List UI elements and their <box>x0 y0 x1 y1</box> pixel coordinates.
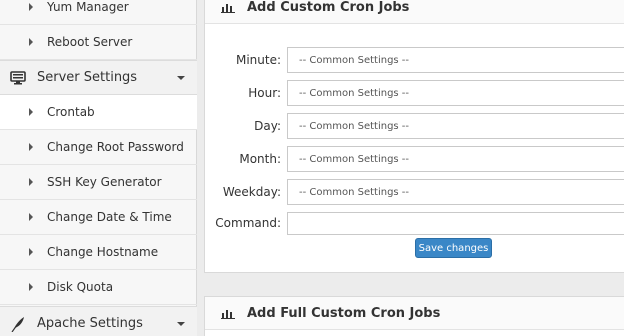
weekday-label: Weekday: <box>222 185 281 199</box>
sidebar-section-server-settings[interactable]: Server Settings <box>0 60 197 95</box>
hour-label: Hour: <box>248 86 281 100</box>
sidebar-item-label: Reboot Server <box>47 35 133 49</box>
sidebar-section-apache-settings[interactable]: Apache Settings <box>0 306 197 336</box>
panel-header: Add Full Custom Cron Jobs <box>205 297 624 330</box>
command-row: Command: <box>205 210 624 236</box>
month-label: Month: <box>239 152 281 166</box>
sidebar-item-ssh-key-generator[interactable]: SSH Key Generator <box>0 165 197 200</box>
command-label: Command: <box>215 216 281 230</box>
caret-right-icon <box>29 283 33 291</box>
panel-header: Add Custom Cron Jobs <box>205 0 624 24</box>
bar-chart-icon <box>221 1 235 13</box>
weekday-select[interactable]: -- Common Settings -- <box>287 179 624 205</box>
panel-title: Add Custom Cron Jobs <box>247 0 410 15</box>
sidebar-item-change-date-time[interactable]: Change Date & Time <box>0 200 197 235</box>
save-changes-button[interactable]: Save changes <box>415 238 492 258</box>
day-label: Day: <box>254 119 281 133</box>
sidebar-item-crontab[interactable]: Crontab <box>0 95 197 130</box>
caret-right-icon <box>29 178 33 186</box>
month-row: Month: -- Common Settings -- <box>205 146 624 172</box>
sidebar-item-disk-quota[interactable]: Disk Quota <box>0 270 197 305</box>
hour-row: Hour: -- Common Settings -- <box>205 80 624 106</box>
monitor-icon <box>9 70 27 86</box>
full-custom-cron-panel: Add Full Custom Cron Jobs <box>204 296 624 336</box>
hour-select[interactable]: -- Common Settings -- <box>287 80 624 106</box>
sidebar-item-label: Change Date & Time <box>47 210 172 224</box>
minute-select[interactable]: -- Common Settings -- <box>287 47 624 73</box>
caret-right-icon <box>29 38 33 46</box>
sidebar-item-label: Change Hostname <box>47 245 159 259</box>
sidebar-item-yum-manager[interactable]: Yum Manager <box>0 0 197 25</box>
sidebar-item-label: Crontab <box>47 105 95 119</box>
minute-label: Minute: <box>235 53 281 67</box>
sidebar: Yum Manager Reboot Server Server Setting… <box>0 0 197 336</box>
sidebar-item-change-hostname[interactable]: Change Hostname <box>0 235 197 270</box>
chevron-down-icon <box>177 321 185 326</box>
caret-right-icon <box>29 3 33 11</box>
sidebar-item-change-root-password[interactable]: Change Root Password <box>0 130 197 165</box>
weekday-row: Weekday: -- Common Settings -- <box>205 179 624 205</box>
panel-title: Add Full Custom Cron Jobs <box>247 305 441 321</box>
sidebar-item-label: Disk Quota <box>47 280 114 294</box>
sidebar-item-reboot-server[interactable]: Reboot Server <box>0 25 197 60</box>
caret-right-icon <box>29 248 33 256</box>
month-select[interactable]: -- Common Settings -- <box>287 146 624 172</box>
sidebar-section-label: Apache Settings <box>37 316 143 331</box>
sidebar-item-label: Change Root Password <box>47 140 184 154</box>
caret-right-icon <box>29 213 33 221</box>
day-select[interactable]: -- Common Settings -- <box>287 113 624 139</box>
caret-right-icon <box>29 143 33 151</box>
caret-right-icon <box>29 108 33 116</box>
command-input[interactable] <box>287 211 624 235</box>
sidebar-item-label: SSH Key Generator <box>47 175 162 189</box>
chevron-down-icon <box>177 75 185 80</box>
feather-icon <box>9 316 27 332</box>
sidebar-section-label: Server Settings <box>37 70 138 85</box>
day-row: Day: -- Common Settings -- <box>205 113 624 139</box>
custom-cron-panel: Add Custom Cron Jobs Minute: -- Common S… <box>204 0 624 273</box>
minute-row: Minute: -- Common Settings -- <box>205 47 624 73</box>
bar-chart-icon <box>221 307 235 319</box>
sidebar-item-label: Yum Manager <box>47 0 129 14</box>
